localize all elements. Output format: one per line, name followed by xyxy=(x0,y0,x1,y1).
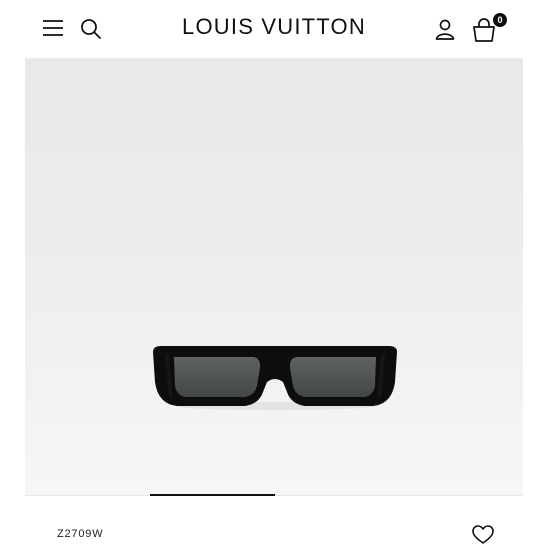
add-to-wishlist-button[interactable] xyxy=(472,525,494,545)
carousel-progress-indicator xyxy=(150,494,275,496)
product-image-carousel[interactable] xyxy=(25,58,523,495)
heart-icon xyxy=(472,525,494,544)
sunglasses-product-image xyxy=(153,346,397,410)
top-navigation-bar: LOUIS VUITTON 0 xyxy=(25,0,523,58)
shopping-bag-button[interactable]: 0 xyxy=(471,13,507,43)
bag-count-badge: 0 xyxy=(493,13,507,27)
account-button[interactable] xyxy=(433,17,457,41)
page-frame: LOUIS VUITTON 0 Z2709W xyxy=(25,0,523,550)
account-icon xyxy=(435,19,455,40)
product-reference: Z2709W xyxy=(57,528,104,540)
